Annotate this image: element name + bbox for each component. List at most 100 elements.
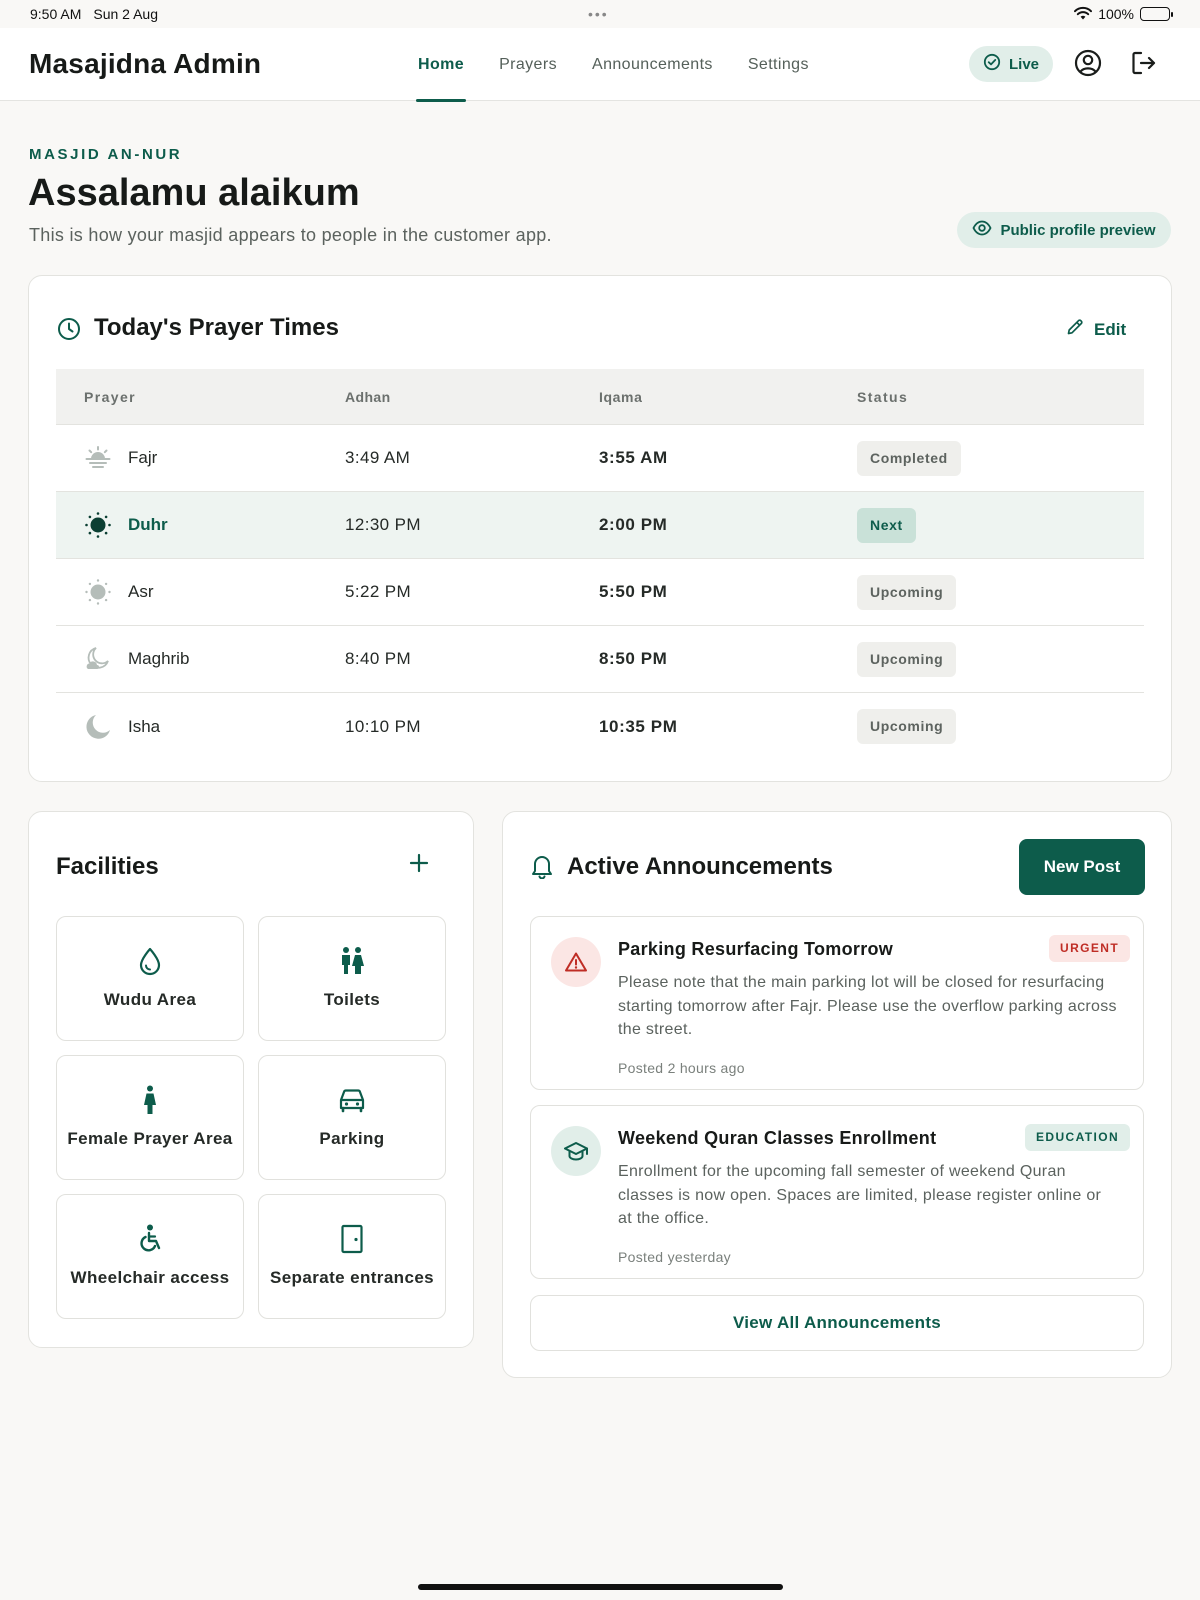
main-tabs: Home Prayers Announcements Settings [415,28,844,102]
door-icon [337,1224,367,1254]
edit-label: Edit [1094,319,1127,339]
battery-icon [1140,7,1173,21]
table-row[interactable]: Fajr 3:49 AM 3:55 AM Completed [56,425,1144,492]
logout-button[interactable] [1129,50,1159,80]
status-date: Sun 2 Aug [93,6,158,22]
wifi-icon [1074,6,1093,23]
prayer-name: Maghrib [128,649,190,668]
female-icon [135,1085,165,1115]
facility-toilets[interactable]: Toilets [258,916,446,1041]
car-icon [337,1085,367,1115]
facility-label: Parking [319,1129,385,1148]
masjid-name: MASJID AN-NUR [29,146,183,163]
announcement-title: Weekend Quran Classes Enrollment [618,1128,937,1148]
iqama-time: 8:50 PM [599,649,668,668]
facility-parking[interactable]: Parking [258,1055,446,1180]
bell-icon [531,853,553,884]
new-post-button[interactable]: New Post [1019,839,1145,895]
adhan-time: 10:10 PM [345,716,421,736]
status-badge: Next [857,507,916,543]
iqama-time: 3:55 AM [599,448,668,467]
page-subtitle: This is how your masjid appears to peopl… [29,225,552,245]
announcement-tag: URGENT [1049,935,1131,962]
iqama-time: 5:50 PM [599,582,668,601]
home-indicator[interactable] [418,1584,783,1590]
facilities-title: Facilities [56,853,159,880]
add-facility-button[interactable] [407,851,431,875]
table-row[interactable]: Maghrib 8:40 PM 8:50 PM Upcoming [56,626,1144,693]
table-row[interactable]: Duhr 12:30 PM 2:00 PM Next [56,492,1144,559]
adhan-time: 5:22 PM [345,582,412,601]
iqama-time: 2:00 PM [599,515,668,534]
graduation-cap-icon [551,1126,601,1176]
column-header-adhan: Adhan [345,388,391,405]
announcement-item[interactable]: Weekend Quran Classes Enrollment EDUCATI… [530,1105,1144,1279]
sun-icon [84,511,112,539]
user-circle-icon [1074,49,1102,82]
top-navbar: Masajidna Admin Home Prayers Announcemen… [0,28,1200,102]
table-header: Prayer Adhan Iqama Status [56,369,1144,425]
prayer-name: Fajr [128,448,158,467]
facility-wheelchair-access[interactable]: Wheelchair access [56,1194,244,1319]
table-row[interactable]: Isha 10:10 PM 10:35 PM Upcoming [56,693,1144,760]
tab-prayers[interactable]: Prayers [499,28,557,101]
live-status-button[interactable]: Live [969,46,1054,82]
status-time: 9:50 AM [30,6,82,22]
restroom-icon [337,946,367,976]
announcements-title: Active Announcements [567,853,833,880]
announcements-card [502,811,1172,1378]
facility-label: Separate entrances [269,1268,435,1287]
prayer-times-title: Today's Prayer Times [94,314,339,341]
app-brand: Masajidna Admin [29,48,262,79]
iqama-time: 10:35 PM [599,716,678,736]
public-profile-preview-label: Public profile preview [1000,221,1156,239]
tab-settings[interactable]: Settings [748,28,809,101]
facility-label: Wudu Area [103,990,197,1009]
adhan-time: 8:40 PM [345,649,412,668]
column-header-iqama: Iqama [599,388,643,405]
tab-home[interactable]: Home [415,28,467,102]
live-label: Live [1009,55,1040,73]
announcement-body: Enrollment for the upcoming fall semeste… [618,1163,1102,1227]
status-badge: Completed [857,440,961,476]
announcement-item[interactable]: Parking Resurfacing Tomorrow URGENT Plea… [530,916,1144,1090]
status-bar: 9:50 AM Sun 2 Aug ••• 100% [0,0,1200,28]
column-header-prayer: Prayer [84,388,136,405]
announcement-time: Posted 2 hours ago [618,1060,745,1076]
profile-button[interactable] [1073,49,1103,82]
facility-female-prayer-area[interactable]: Female Prayer Area [56,1055,244,1180]
prayer-name: Isha [128,716,161,736]
announcement-tag: EDUCATION [1025,1124,1131,1151]
facility-label: Female Prayer Area [67,1129,233,1148]
view-all-announcements-button[interactable]: View All Announcements [530,1295,1144,1351]
column-header-status: Status [857,388,909,405]
multitask-dots[interactable]: ••• [588,6,609,22]
moon-icon [84,713,112,741]
sun-dim-icon [84,578,112,606]
prayer-times-table: Prayer Adhan Iqama Status Fajr 3:49 AM 3… [56,369,1144,760]
table-row[interactable]: Asr 5:22 PM 5:50 PM Upcoming [56,559,1144,626]
status-badge: Upcoming [857,709,957,744]
prayer-name: Asr [128,582,154,601]
check-circle-icon [983,53,1001,75]
adhan-time: 3:49 AM [345,448,411,467]
facility-separate-entrances[interactable]: Separate entrances [258,1194,446,1319]
announcement-title: Parking Resurfacing Tomorrow [618,939,894,959]
prayer-name: Duhr [128,515,168,534]
adhan-time: 12:30 PM [345,515,421,534]
eye-icon [972,220,992,240]
plus-icon [407,853,431,879]
moon-cloud-icon [84,645,112,673]
clock-icon [57,317,81,346]
logout-icon [1130,49,1158,82]
public-profile-preview-button[interactable]: Public profile preview [957,212,1171,248]
status-badge: Upcoming [857,574,957,610]
tab-announcements[interactable]: Announcements [592,28,713,101]
announcement-time: Posted yesterday [618,1249,731,1265]
pencil-icon [1066,318,1084,341]
facility-label: Toilets [323,990,381,1009]
edit-prayer-times-button[interactable]: Edit [1066,318,1126,341]
facility-wudu-area[interactable]: Wudu Area [56,916,244,1041]
page-title: Assalamu alaikum [28,172,360,214]
announcement-body: Please note that the main parking lot wi… [618,974,1117,1038]
